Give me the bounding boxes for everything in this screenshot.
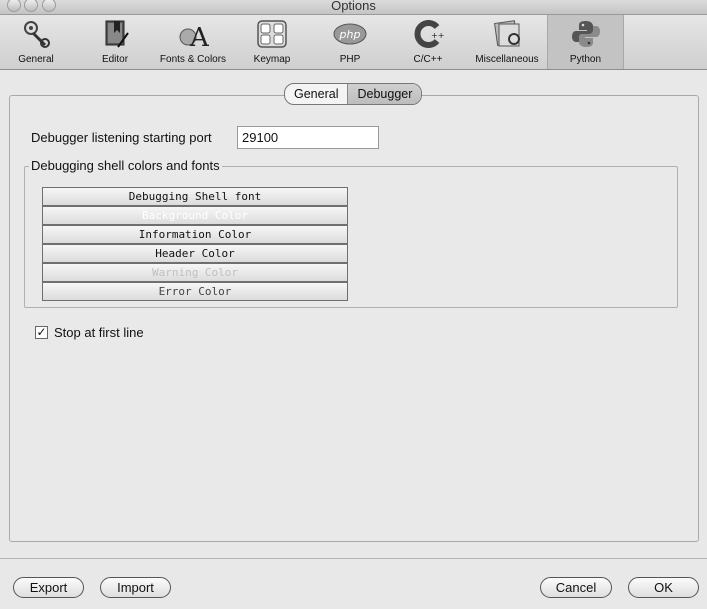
ok-button[interactable]: OK bbox=[628, 577, 699, 598]
debugger-port-input[interactable]: 29100 bbox=[237, 126, 379, 149]
toolbar-php[interactable]: php PHP bbox=[322, 15, 378, 69]
toolbar-label: C/C++ bbox=[413, 54, 443, 65]
miscellaneous-icon bbox=[494, 20, 520, 47]
wrench-gear-icon bbox=[24, 21, 50, 48]
c-cpp-icon: ++ bbox=[414, 20, 444, 48]
toolbar-miscellaneous[interactable]: Miscellaneous bbox=[468, 15, 546, 69]
toolbar-label: Miscellaneous bbox=[475, 54, 539, 65]
toolbar-label: Editor bbox=[101, 54, 129, 65]
python-logo-icon bbox=[571, 21, 600, 47]
tab-debugger[interactable]: Debugger bbox=[347, 84, 422, 104]
toolbar-label: PHP bbox=[339, 54, 361, 65]
toolbar-general[interactable]: General bbox=[0, 15, 72, 69]
tab-general[interactable]: General bbox=[285, 84, 347, 104]
python-subtabs: General Debugger bbox=[284, 83, 423, 105]
toolbar-label: Python bbox=[569, 54, 602, 65]
svg-text:A: A bbox=[189, 23, 210, 49]
shell-colors-group-label: Debugging shell colors and fonts bbox=[29, 158, 222, 173]
cancel-button[interactable]: Cancel bbox=[540, 577, 612, 598]
php-icon: php bbox=[333, 23, 367, 45]
window-title: Options bbox=[331, 0, 376, 13]
editor-book-icon bbox=[105, 20, 129, 48]
footer-separator bbox=[0, 558, 707, 559]
toolbar-keymap[interactable]: Keymap bbox=[244, 15, 300, 69]
title-bar: Options bbox=[0, 0, 707, 15]
toolbar-fonts-colors[interactable]: A Fonts & Colors bbox=[155, 15, 231, 69]
category-toolbar: General Editor A Fonts & Colors Keymap p… bbox=[0, 15, 707, 70]
toolbar-label: General bbox=[18, 54, 54, 65]
fonts-colors-icon: A bbox=[179, 23, 210, 49]
toolbar-python[interactable]: Python bbox=[547, 15, 624, 69]
toolbar-label: Fonts & Colors bbox=[159, 54, 227, 65]
header-color-button[interactable]: Header Color bbox=[42, 244, 348, 263]
toolbar-label: Keymap bbox=[253, 54, 291, 65]
svg-text:php: php bbox=[339, 28, 361, 41]
checkmark-icon: ✓ bbox=[36, 325, 47, 339]
warning-color-button[interactable]: Warning Color bbox=[42, 263, 348, 282]
toolbar-c-cpp[interactable]: ++ C/C++ bbox=[400, 15, 456, 69]
stop-at-first-line-checkbox[interactable]: ✓ bbox=[35, 326, 48, 339]
debugger-port-label: Debugger listening starting port bbox=[31, 130, 212, 145]
import-button[interactable]: Import bbox=[100, 577, 171, 598]
stop-at-first-line-label[interactable]: Stop at first line bbox=[54, 325, 144, 340]
error-color-button[interactable]: Error Color bbox=[42, 282, 348, 301]
export-button[interactable]: Export bbox=[13, 577, 84, 598]
svg-text:++: ++ bbox=[431, 31, 444, 40]
keyboard-icon bbox=[257, 20, 287, 48]
background-color-button[interactable]: Background Color bbox=[42, 206, 348, 225]
debugging-shell-font-button[interactable]: Debugging Shell font bbox=[42, 187, 348, 206]
toolbar-editor[interactable]: Editor bbox=[87, 15, 143, 69]
information-color-button[interactable]: Information Color bbox=[42, 225, 348, 244]
